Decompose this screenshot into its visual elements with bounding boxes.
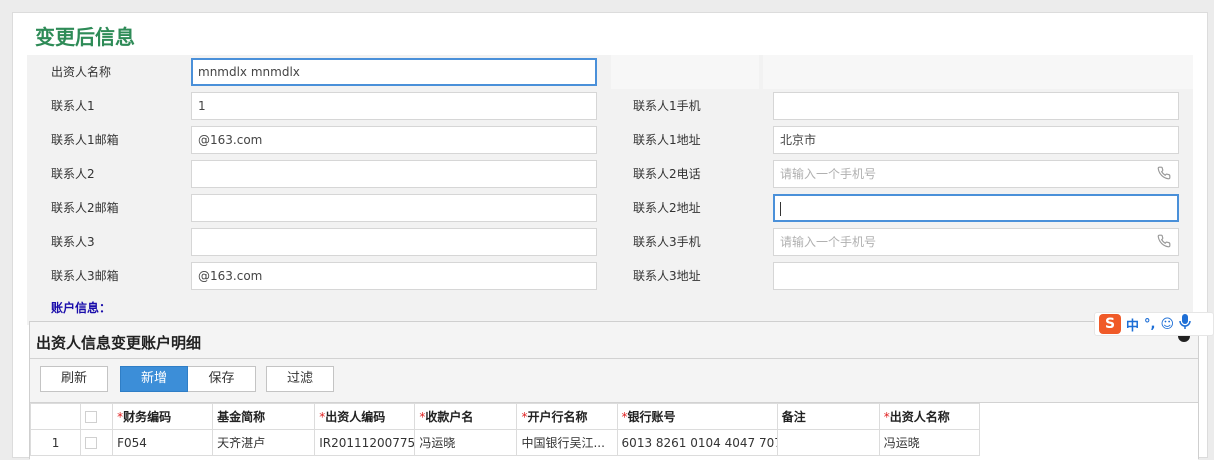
form-row-contact3: 联系人3 联系人3手机 请输入一个手机号	[27, 225, 1193, 259]
column-header-label: 备注	[781, 410, 806, 424]
column-header[interactable]: 备注	[776, 403, 880, 430]
column-header-label: 基金简称	[217, 410, 266, 424]
divider	[30, 358, 1198, 359]
column-header-label: 收款户名	[425, 410, 474, 424]
ime-toolbar[interactable]: S 中 °, ☺	[1094, 312, 1214, 336]
save-button[interactable]: 保存	[188, 366, 256, 392]
label-contact2-address: 联系人2地址	[633, 201, 701, 215]
change-info-panel: 变更后信息 出资人名称 mnmdlx mnmdlx 联系人1 1 联系人1手机 …	[12, 12, 1208, 460]
column-header-label: 出资人名称	[889, 410, 950, 424]
column-header-label: 出资人编码	[325, 410, 386, 424]
table-cell[interactable]: 冯运晓	[878, 429, 981, 456]
filter-button[interactable]: 过滤	[266, 366, 334, 392]
microphone-icon[interactable]	[1179, 314, 1191, 334]
column-header[interactable]: *银行账号	[616, 403, 778, 430]
column-header[interactable]: *收款户名	[414, 403, 518, 430]
label-contact2-phone: 联系人2电话	[633, 167, 701, 181]
select-all-header[interactable]	[80, 403, 114, 430]
contact3-email-input[interactable]: @163.com	[191, 262, 597, 290]
contact1-input[interactable]: 1	[191, 92, 597, 120]
row-select-cell[interactable]	[80, 429, 114, 456]
phone-icon	[1156, 166, 1172, 182]
contact1-address-input[interactable]: 北京市	[773, 126, 1179, 154]
grid-title: 出资人信息变更账户明细	[36, 334, 202, 352]
account-section-label: 账户信息：	[51, 301, 112, 315]
column-header[interactable]: *开户行名称	[516, 403, 618, 430]
row-checkbox[interactable]	[85, 437, 98, 449]
table-cell[interactable]: 中国银行吴江...	[516, 429, 618, 456]
table-row[interactable]: 1 F054 天齐湛卢 IR20111200775 冯运晓 中国银行吴江... …	[29, 429, 981, 456]
emoji-icon[interactable]: ☺	[1160, 317, 1174, 332]
form-area: 出资人名称 mnmdlx mnmdlx 联系人1 1 联系人1手机 联系人1邮箱…	[27, 55, 1193, 325]
label-contact3-email: 联系人3邮箱	[51, 269, 119, 283]
form-row-contact1-email: 联系人1邮箱 @163.com 联系人1地址 北京市	[27, 123, 1193, 157]
row-number: 1	[29, 429, 82, 456]
table-cell[interactable]: 天齐湛卢	[212, 429, 316, 456]
table-header-row: *财务编码 基金简称 *出资人编码 *收款户名 *开户行名称 *银行账号 备注 …	[29, 403, 981, 430]
label-contact1-address: 联系人1地址	[633, 133, 701, 147]
page-title: 变更后信息	[35, 25, 135, 49]
label-contact3: 联系人3	[51, 235, 95, 249]
form-row-investor-name: 出资人名称 mnmdlx mnmdlx	[27, 55, 1193, 89]
label-investor-name: 出资人名称	[51, 65, 112, 79]
account-detail-grid: 出资人信息变更账户明细 刷新 新增 保存 过滤 *财务编码 基金简称 *出资人编…	[29, 321, 1199, 460]
column-header[interactable]: *出资人编码	[314, 403, 416, 430]
form-row-contact3-email: 联系人3邮箱 @163.com 联系人3地址	[27, 259, 1193, 293]
contact2-input[interactable]	[191, 160, 597, 188]
text-cursor	[780, 201, 781, 216]
column-header[interactable]: 基金简称	[212, 403, 316, 430]
contact3-mobile-input[interactable]: 请输入一个手机号	[773, 228, 1179, 256]
table-cell[interactable]: IR20111200775	[314, 429, 416, 456]
investor-name-input[interactable]: mnmdlx mnmdlx	[191, 58, 597, 86]
label-contact3-address: 联系人3地址	[633, 269, 701, 283]
form-row-contact2: 联系人2 联系人2电话 请输入一个手机号	[27, 157, 1193, 191]
row-number-header	[29, 403, 82, 430]
contact1-mobile-input[interactable]	[773, 92, 1179, 120]
account-table: *财务编码 基金简称 *出资人编码 *收款户名 *开户行名称 *银行账号 备注 …	[29, 403, 981, 456]
empty-cell	[763, 55, 1193, 89]
table-cell[interactable]: 6013 8261 0104 4047 707	[616, 429, 778, 456]
sogou-logo-icon[interactable]: S	[1099, 314, 1121, 334]
contact3-mobile-placeholder: 请输入一个手机号	[780, 235, 877, 249]
empty-cell	[611, 55, 759, 89]
label-contact1-mobile: 联系人1手机	[633, 99, 701, 113]
ime-language-toggle[interactable]: 中	[1126, 315, 1139, 334]
label-contact1: 联系人1	[51, 99, 95, 113]
ime-punctuation-toggle[interactable]: °,	[1144, 317, 1155, 332]
label-contact1-email: 联系人1邮箱	[51, 133, 119, 147]
form-row-contact2-email: 联系人2邮箱 联系人2地址	[27, 191, 1193, 225]
add-button[interactable]: 新增	[120, 366, 188, 392]
contact3-address-input[interactable]	[773, 262, 1179, 290]
contact3-input[interactable]	[191, 228, 597, 256]
label-contact2: 联系人2	[51, 167, 95, 181]
contact2-email-input[interactable]	[191, 194, 597, 222]
contact1-email-input[interactable]: @163.com	[191, 126, 597, 154]
table-cell[interactable]: F054	[112, 429, 214, 456]
column-header[interactable]: *出资人名称	[878, 403, 981, 430]
label-contact3-mobile: 联系人3手机	[633, 235, 701, 249]
phone-icon	[1156, 234, 1172, 250]
grid-table-wrap: *财务编码 基金简称 *出资人编码 *收款户名 *开户行名称 *银行账号 备注 …	[29, 402, 1198, 460]
refresh-button[interactable]: 刷新	[40, 366, 108, 392]
form-row-contact1: 联系人1 1 联系人1手机	[27, 89, 1193, 123]
column-header-label: 开户行名称	[527, 410, 588, 424]
table-cell[interactable]	[776, 429, 880, 456]
contact2-address-input[interactable]	[773, 194, 1179, 222]
column-header[interactable]: *财务编码	[112, 403, 214, 430]
contact2-phone-input[interactable]: 请输入一个手机号	[773, 160, 1179, 188]
label-contact2-email: 联系人2邮箱	[51, 201, 119, 215]
column-header-label: 财务编码	[123, 410, 172, 424]
select-all-checkbox[interactable]	[85, 411, 98, 423]
table-cell[interactable]: 冯运晓	[414, 429, 518, 456]
contact2-phone-placeholder: 请输入一个手机号	[780, 167, 877, 181]
column-header-label: 银行账号	[627, 410, 676, 424]
